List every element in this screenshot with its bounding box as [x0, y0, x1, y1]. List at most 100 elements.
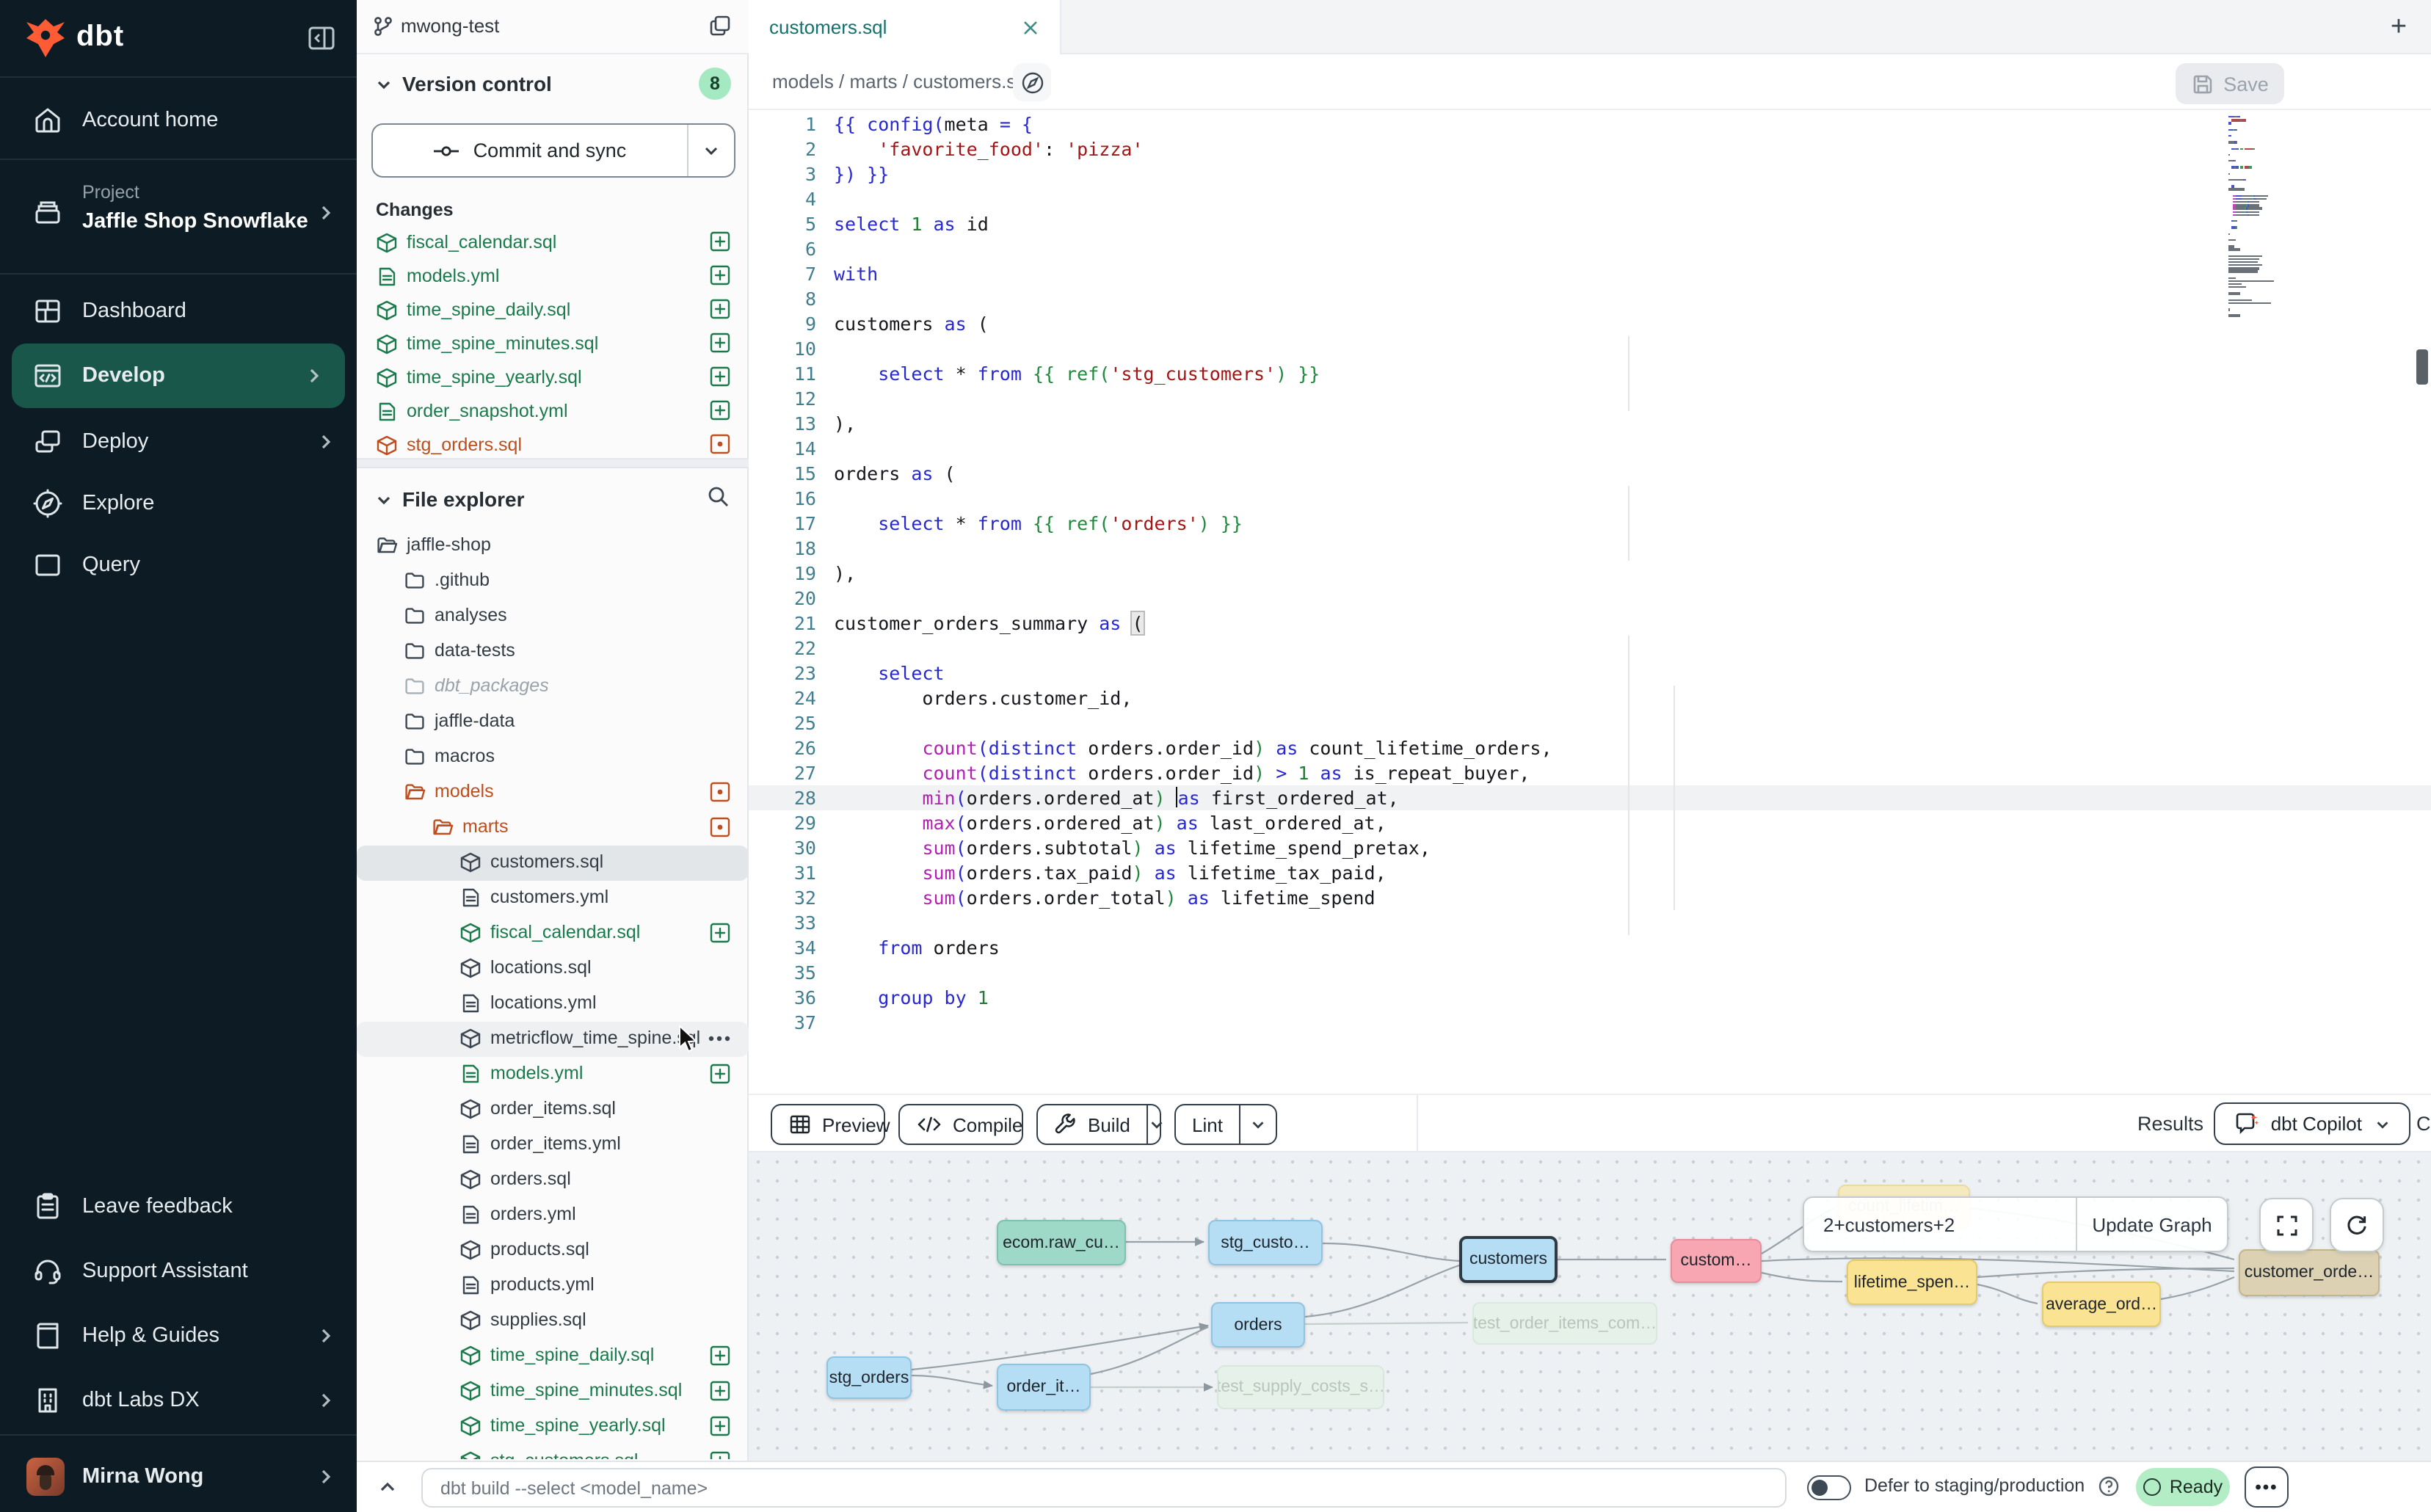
lineage-node-custorde[interactable]: customer_orde…	[2239, 1249, 2380, 1296]
code-line-23[interactable]: 23 select	[749, 661, 2431, 686]
lineage-canvas[interactable]: ecom.raw_cu…stg_custo…customerscustom…co…	[749, 1152, 2431, 1461]
close-icon[interactable]	[1022, 18, 1039, 36]
update-graph-button[interactable]: Update Graph	[2076, 1198, 2227, 1251]
code-line-20[interactable]: 20	[749, 586, 2431, 611]
code-line-18[interactable]: 18	[749, 536, 2431, 561]
code-line-7[interactable]: 7with	[749, 261, 2431, 286]
tree-item-dbt_packages[interactable]: dbt_packages	[357, 669, 749, 705]
tree-item-orders.sql[interactable]: orders.sql	[357, 1163, 749, 1198]
commit-options-chevron[interactable]	[687, 125, 734, 176]
sidebar-item-dashboard[interactable]: Dashboard	[0, 279, 357, 344]
tree-item-.github[interactable]: .github	[357, 564, 749, 599]
dbt-copilot-button[interactable]: dbt Copilot	[2214, 1102, 2410, 1145]
code-line-1[interactable]: 1{{ config(meta = {	[749, 112, 2431, 137]
lineage-node-ecom[interactable]: ecom.raw_cu…	[997, 1220, 1126, 1265]
lineage-compass-icon[interactable]	[1013, 63, 1051, 101]
version-control-section-header[interactable]: Version control 8	[357, 65, 749, 106]
code-line-35[interactable]: 35	[749, 960, 2431, 985]
lineage-node-lifetime[interactable]: lifetime_spen…	[1847, 1260, 1977, 1305]
code-line-32[interactable]: 32 sum(orders.order_total) as lifetime_s…	[749, 885, 2431, 910]
sidebar-item-account-home[interactable]: Account home	[0, 88, 357, 153]
lineage-node-avg[interactable]: average_ord…	[2042, 1282, 2161, 1327]
changed-file-models.yml[interactable]: models.yml	[357, 260, 749, 294]
tree-item-order_items.sql[interactable]: order_items.sql	[357, 1092, 749, 1127]
dot-badge-icon[interactable]	[709, 433, 731, 455]
code-line-19[interactable]: 19),	[749, 561, 2431, 586]
sidebar-item-project[interactable]: Project Jaffle Shop Snowflake	[0, 164, 357, 261]
plus-badge-icon[interactable]	[709, 1063, 731, 1085]
plus-badge-icon[interactable]	[709, 1450, 731, 1459]
editor-minimap[interactable]	[2228, 116, 2340, 336]
code-line-30[interactable]: 30 sum(orders.subtotal) as lifetime_spen…	[749, 835, 2431, 860]
defer-toggle[interactable]	[1807, 1475, 1851, 1500]
preview-button[interactable]: Preview	[771, 1104, 885, 1145]
tree-item-locations.yml[interactable]: locations.yml	[357, 986, 749, 1022]
code-line-12[interactable]: 12	[749, 386, 2431, 411]
code-line-14[interactable]: 14	[749, 436, 2431, 461]
tree-item-marts[interactable]: marts	[357, 810, 749, 846]
branch-name[interactable]: mwong-test	[401, 15, 499, 37]
tree-item-time_spine_daily.sql[interactable]: time_spine_daily.sql	[357, 1339, 749, 1374]
new-tab-button[interactable]: +	[2381, 10, 2416, 46]
tree-item-order_items.yml[interactable]: order_items.yml	[357, 1127, 749, 1163]
sidebar-item-deploy[interactable]: Deploy	[0, 410, 357, 474]
sidebar-item-leave-feedback[interactable]: Leave feedback	[0, 1174, 357, 1239]
tree-item-orders.yml[interactable]: orders.yml	[357, 1198, 749, 1233]
code-line-29[interactable]: 29 max(orders.ordered_at) as last_ordere…	[749, 810, 2431, 835]
sidebar-item-support-assistant[interactable]: Support Assistant	[0, 1239, 357, 1304]
code-line-8[interactable]: 8	[749, 286, 2431, 311]
panel-tab-results[interactable]: Results	[2137, 1095, 2203, 1152]
code-line-11[interactable]: 11 select * from {{ ref('stg_customers')…	[749, 361, 2431, 386]
sidebar-item-develop[interactable]: Develop	[12, 344, 345, 408]
lineage-node-orderit[interactable]: order_it…	[997, 1364, 1091, 1411]
code-line-9[interactable]: 9customers as (	[749, 311, 2431, 336]
code-line-16[interactable]: 16	[749, 486, 2431, 511]
code-line-24[interactable]: 24 orders.customer_id,	[749, 686, 2431, 710]
tree-item-stg_customers.sql[interactable]: stg_customers.sql	[357, 1444, 749, 1459]
code-line-25[interactable]: 25	[749, 710, 2431, 735]
changed-file-time_spine_minutes.sql[interactable]: time_spine_minutes.sql	[357, 327, 749, 361]
code-line-36[interactable]: 36 group by 1	[749, 985, 2431, 1010]
lineage-node-orders[interactable]: orders	[1211, 1302, 1305, 1348]
code-line-5[interactable]: 5select 1 as id	[749, 211, 2431, 236]
dot-badge-icon[interactable]	[709, 781, 731, 803]
copy-icon[interactable]	[708, 13, 733, 38]
plus-badge-icon[interactable]	[709, 399, 731, 421]
changed-file-time_spine_yearly.sql[interactable]: time_spine_yearly.sql	[357, 361, 749, 395]
code-line-3[interactable]: 3}) }}	[749, 161, 2431, 186]
lint-button[interactable]: Lint	[1174, 1104, 1277, 1145]
tree-item-customers.yml[interactable]: customers.yml	[357, 881, 749, 916]
code-line-28[interactable]: 28 min(orders.ordered_at) as first_order…	[749, 785, 2431, 810]
save-button[interactable]: Save	[2176, 63, 2284, 104]
commit-and-sync-button[interactable]: Commit and sync	[371, 123, 735, 178]
code-editor[interactable]: 1{{ config(meta = {2 'favorite_food': 'p…	[749, 110, 2431, 1094]
editor-scrollbar[interactable]	[2416, 349, 2428, 385]
sidebar-item-user[interactable]: Mirna Wong	[0, 1444, 357, 1509]
tree-item-macros[interactable]: macros	[357, 740, 749, 775]
code-line-27[interactable]: 27 count(distinct orders.order_id) > 1 a…	[749, 760, 2431, 785]
sidebar-item-query[interactable]: Query	[0, 533, 357, 597]
tree-item-models[interactable]: models	[357, 775, 749, 810]
more-options-icon[interactable]	[708, 1035, 731, 1042]
tree-item-metricflow_time_spine.sql[interactable]: metricflow_time_spine.sql	[357, 1022, 749, 1057]
tab-customers-sql[interactable]: customers.sql	[749, 0, 1061, 54]
plus-badge-icon[interactable]	[709, 298, 731, 320]
dot-badge-icon[interactable]	[709, 816, 731, 838]
code-line-26[interactable]: 26 count(distinct orders.order_id) as co…	[749, 735, 2431, 760]
code-line-2[interactable]: 2 'favorite_food': 'pizza'	[749, 137, 2431, 161]
compile-button[interactable]: Compile	[898, 1104, 1023, 1145]
plus-badge-icon[interactable]	[709, 230, 731, 252]
code-line-34[interactable]: 34 from orders	[749, 935, 2431, 960]
code-line-17[interactable]: 17 select * from {{ ref('orders') }}	[749, 511, 2431, 536]
code-line-15[interactable]: 15orders as (	[749, 461, 2431, 486]
lineage-node-stgorders[interactable]: stg_orders	[826, 1356, 912, 1399]
tree-item-jaffle-shop[interactable]: jaffle-shop	[357, 528, 749, 564]
sidebar-item-help-guides[interactable]: Help & Guides	[0, 1304, 357, 1368]
changed-file-stg_orders.sql[interactable]: stg_orders.sql	[357, 429, 749, 458]
file-explorer-section-header[interactable]: File explorer	[357, 481, 749, 520]
panel-tab-compiled-code[interactable]: Compiled code	[2416, 1095, 2431, 1152]
plus-badge-icon[interactable]	[709, 264, 731, 286]
tree-item-time_spine_yearly.sql[interactable]: time_spine_yearly.sql	[357, 1409, 749, 1444]
lint-options-chevron[interactable]	[1239, 1105, 1276, 1144]
code-line-21[interactable]: 21customer_orders_summary as (	[749, 611, 2431, 636]
